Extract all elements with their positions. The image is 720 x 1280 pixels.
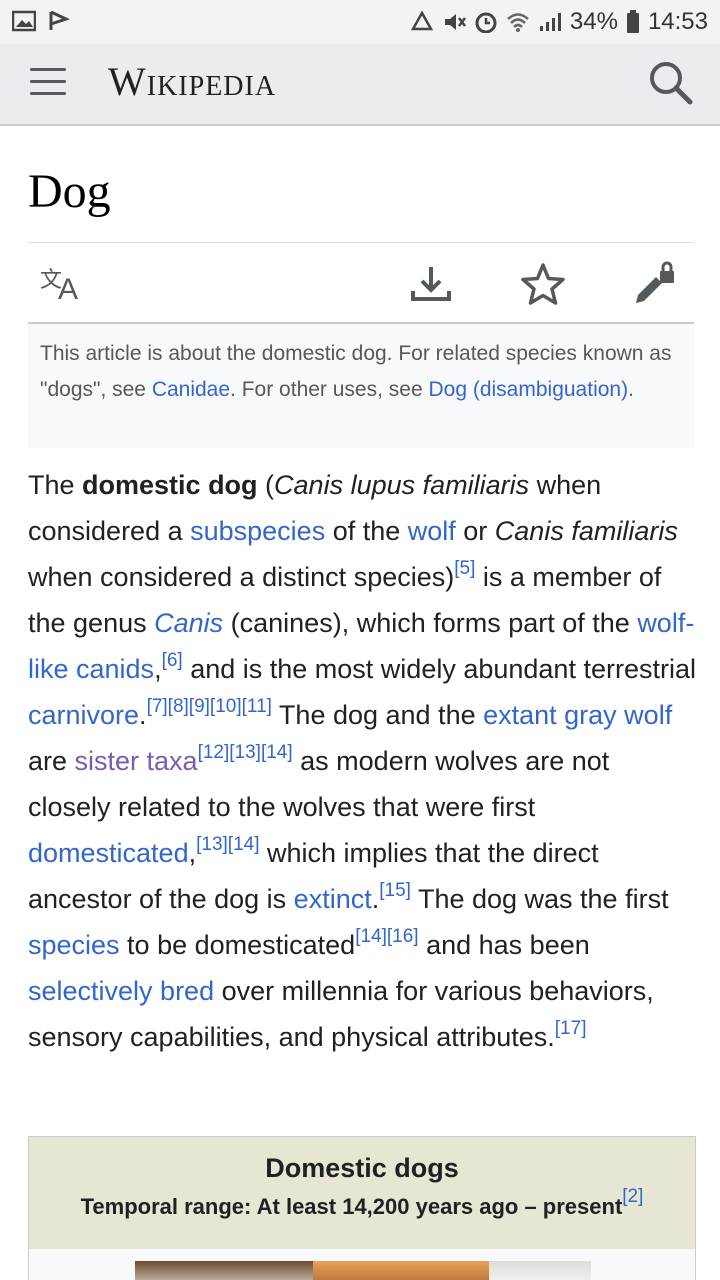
- scientific-name: Canis familiaris: [494, 516, 678, 546]
- wifi-icon: [507, 13, 529, 32]
- link-subspecies[interactable]: subspecies: [190, 516, 325, 546]
- menu-icon-bar: [30, 68, 66, 71]
- bold-term: domestic dog: [82, 470, 258, 500]
- link-extant-gray-wolf[interactable]: extant gray wolf: [483, 700, 672, 730]
- text: and is the most widely abundant terrestr…: [182, 654, 696, 684]
- flag-notification-icon: [49, 10, 71, 30]
- reference-link[interactable]: [15]: [379, 880, 411, 901]
- battery-percent: 34%: [569, 8, 618, 35]
- alarm-icon: [475, 12, 497, 33]
- menu-button[interactable]: [30, 68, 66, 98]
- search-icon[interactable]: [646, 58, 694, 106]
- reference-link[interactable]: [14][16]: [355, 926, 418, 947]
- text: or: [455, 516, 495, 546]
- mute-icon: [444, 14, 466, 30]
- infobox-title: Domestic dogs: [265, 1153, 459, 1183]
- clock: 14:53: [647, 8, 708, 35]
- language-icon[interactable]: 文 A: [40, 261, 86, 307]
- link-carnivore[interactable]: carnivore: [28, 700, 139, 730]
- edit-locked-icon[interactable]: [632, 261, 678, 307]
- recycle-icon: [410, 11, 434, 31]
- link-extinct[interactable]: extinct: [294, 884, 372, 914]
- reference-link[interactable]: [12][13][14]: [198, 742, 293, 763]
- text: and has been: [418, 930, 590, 960]
- link-domesticated[interactable]: domesticated: [28, 838, 189, 868]
- image-notification-icon: [12, 10, 36, 32]
- reference-link[interactable]: [5]: [454, 558, 475, 579]
- dog-photo-3: [489, 1261, 591, 1280]
- reference-link[interactable]: [6]: [162, 650, 183, 671]
- reference-link[interactable]: [13][14]: [196, 834, 259, 855]
- hatnote-text: .: [628, 378, 634, 401]
- text: ,: [188, 838, 197, 868]
- page-actions-bar: 文 A: [28, 242, 694, 324]
- text: The dog and the: [271, 700, 484, 730]
- dog-photo-2: [313, 1261, 489, 1280]
- battery-icon: [626, 10, 639, 33]
- link-canis[interactable]: Canis: [154, 608, 223, 638]
- text: (canines), which forms part of the: [223, 608, 638, 638]
- text: .: [139, 700, 147, 730]
- menu-icon-bar: [30, 80, 66, 83]
- link-canidae[interactable]: Canidae: [152, 378, 230, 401]
- text: are: [28, 746, 75, 776]
- reference-link[interactable]: [7][8][9][10][11]: [147, 696, 272, 717]
- hatnote-text: . For other uses, see: [230, 378, 429, 401]
- infobox-header: Domestic dogs Temporal range: At least 1…: [29, 1137, 695, 1249]
- text: ,: [154, 654, 162, 684]
- dog-photo-collage[interactable]: [135, 1261, 591, 1280]
- text: when considered a distinct species): [28, 562, 455, 592]
- reference-link[interactable]: [17]: [555, 1018, 587, 1039]
- text: (: [257, 470, 275, 500]
- hatnote: This article is about the domestic dog. …: [28, 324, 694, 448]
- scientific-name: Canis lupus familiaris: [274, 470, 530, 500]
- link-species[interactable]: species: [28, 930, 120, 960]
- link-selectively-bred[interactable]: selectively bred: [28, 976, 214, 1006]
- page-title: Dog: [28, 165, 111, 218]
- text: The: [28, 470, 83, 500]
- dog-photo-1: [135, 1261, 313, 1280]
- lead-paragraph: The domestic dog (Canis lupus familiaris…: [28, 462, 696, 1060]
- signal-icon: [539, 13, 561, 31]
- infobox: Domestic dogs Temporal range: At least 1…: [28, 1136, 696, 1280]
- temporal-range-text: Temporal range: At least 14,200 years ag…: [80, 1194, 623, 1219]
- menu-icon-bar: [30, 92, 66, 95]
- wikipedia-wordmark[interactable]: Wikipedia: [108, 58, 276, 105]
- link-sister-taxa[interactable]: sister taxa: [75, 746, 198, 776]
- link-wolf[interactable]: wolf: [408, 516, 456, 546]
- temporal-range: Temporal range: At least 14,200 years ag…: [29, 1187, 695, 1220]
- status-bar: 34% 14:53: [0, 0, 720, 44]
- text: of the: [325, 516, 408, 546]
- text: The dog was the first: [410, 884, 669, 914]
- link-dog-disambiguation[interactable]: Dog (disambiguation): [428, 378, 628, 401]
- star-watch-icon[interactable]: [520, 261, 566, 307]
- app-bar: Wikipedia: [0, 44, 720, 126]
- download-icon[interactable]: [408, 261, 454, 307]
- reference-link[interactable]: [2]: [622, 1186, 643, 1207]
- svg-text:A: A: [58, 273, 78, 306]
- text: to be domesticated: [119, 930, 356, 960]
